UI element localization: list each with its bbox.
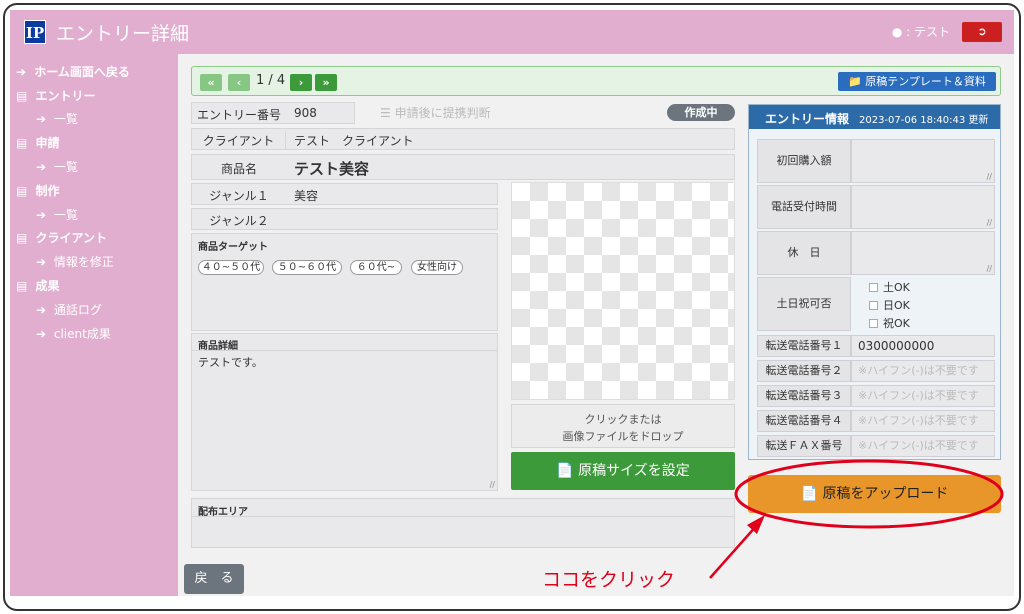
back-button[interactable]: 戻 る (184, 564, 244, 594)
annotation-overlay (709, 459, 1004, 579)
annotation-arrow-head-icon (747, 515, 765, 534)
annotation-arrow-line (709, 523, 759, 579)
annotation-text: ココをクリック (542, 569, 676, 591)
highlight-ellipse (734, 459, 1004, 529)
